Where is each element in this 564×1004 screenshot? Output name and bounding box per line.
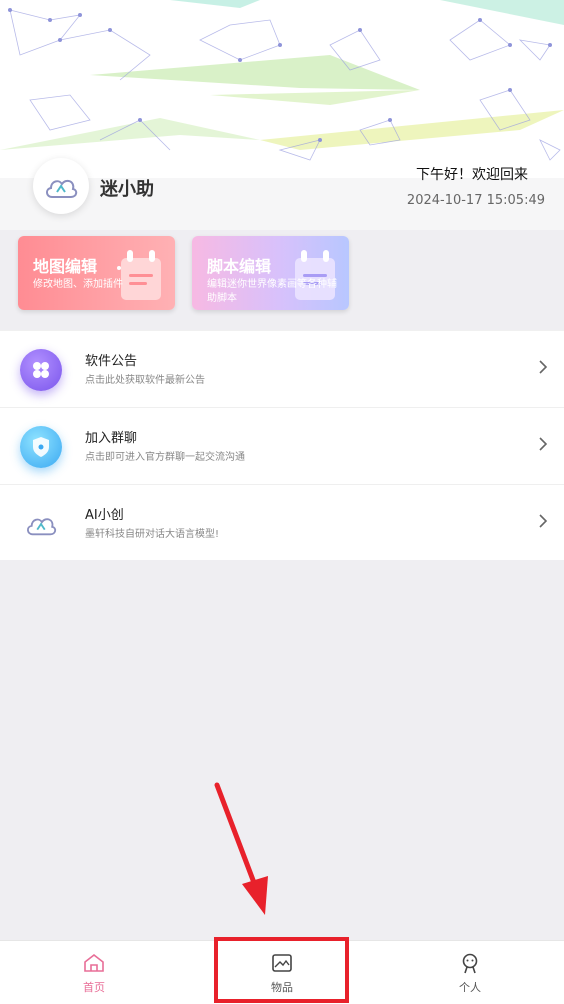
menu-item-title: 加入群聊 (85, 431, 138, 446)
tab-home[interactable]: 首页 (0, 941, 188, 1004)
shield-icon (20, 426, 62, 468)
tab-profile-label: 个人 (459, 981, 481, 994)
cloud-icon (20, 503, 62, 545)
menu-item-title: 软件公告 (85, 354, 138, 369)
person-icon (462, 953, 478, 974)
menu-item-subtitle: 点击此处获取软件最新公告 (85, 375, 205, 386)
map-edit-card[interactable]: 地图编辑 修改地图、添加插件 (18, 236, 175, 310)
chevron-right-icon (539, 360, 548, 374)
home-icon (84, 953, 104, 972)
current-datetime: 2024-10-17 15:05:49 (406, 193, 545, 208)
annotation-highlight-box (214, 937, 349, 1003)
script-edit-title: 脚本编辑 (207, 257, 272, 276)
greeting-text: 下午好！欢迎回来 (416, 167, 528, 183)
chevron-right-icon (539, 437, 548, 451)
menu-item-subtitle: 墨轩科技自研对话大语言模型! (85, 529, 220, 540)
clover-icon (20, 349, 62, 391)
menu-item-join-group[interactable]: 加入群聊 点击即可进入官方群聊一起交流沟通 (0, 407, 564, 484)
menu-item-announcement[interactable]: 软件公告 点击此处获取软件最新公告 (0, 330, 564, 407)
map-edit-subtitle: 修改地图、添加插件 (33, 279, 123, 290)
chevron-right-icon (539, 514, 548, 528)
tab-home-label: 首页 (83, 981, 105, 994)
menu-item-ai-chat[interactable]: AI小创 墨轩科技自研对话大语言模型! (0, 484, 564, 561)
app-logo (33, 158, 89, 214)
menu-item-subtitle: 点击即可进入官方群聊一起交流沟通 (85, 452, 245, 463)
script-edit-subtitle: 编辑迷你世界像素画等各种辅助脚本 (207, 279, 337, 304)
app-name: 迷小助 (100, 179, 154, 200)
menu-list: 软件公告 点击此处获取软件最新公告 加入群聊 点击即可进入官方群聊一起交流沟通 … (0, 330, 564, 560)
script-edit-card[interactable]: 脚本编辑 编辑迷你世界像素画等各种辅助脚本 (192, 236, 349, 310)
map-edit-title: 地图编辑 (33, 257, 98, 276)
calendar-icon (117, 250, 161, 300)
cloud-logo-icon (46, 179, 78, 198)
tab-profile[interactable]: 个人 (376, 941, 564, 1004)
menu-item-title: AI小创 (85, 508, 124, 523)
